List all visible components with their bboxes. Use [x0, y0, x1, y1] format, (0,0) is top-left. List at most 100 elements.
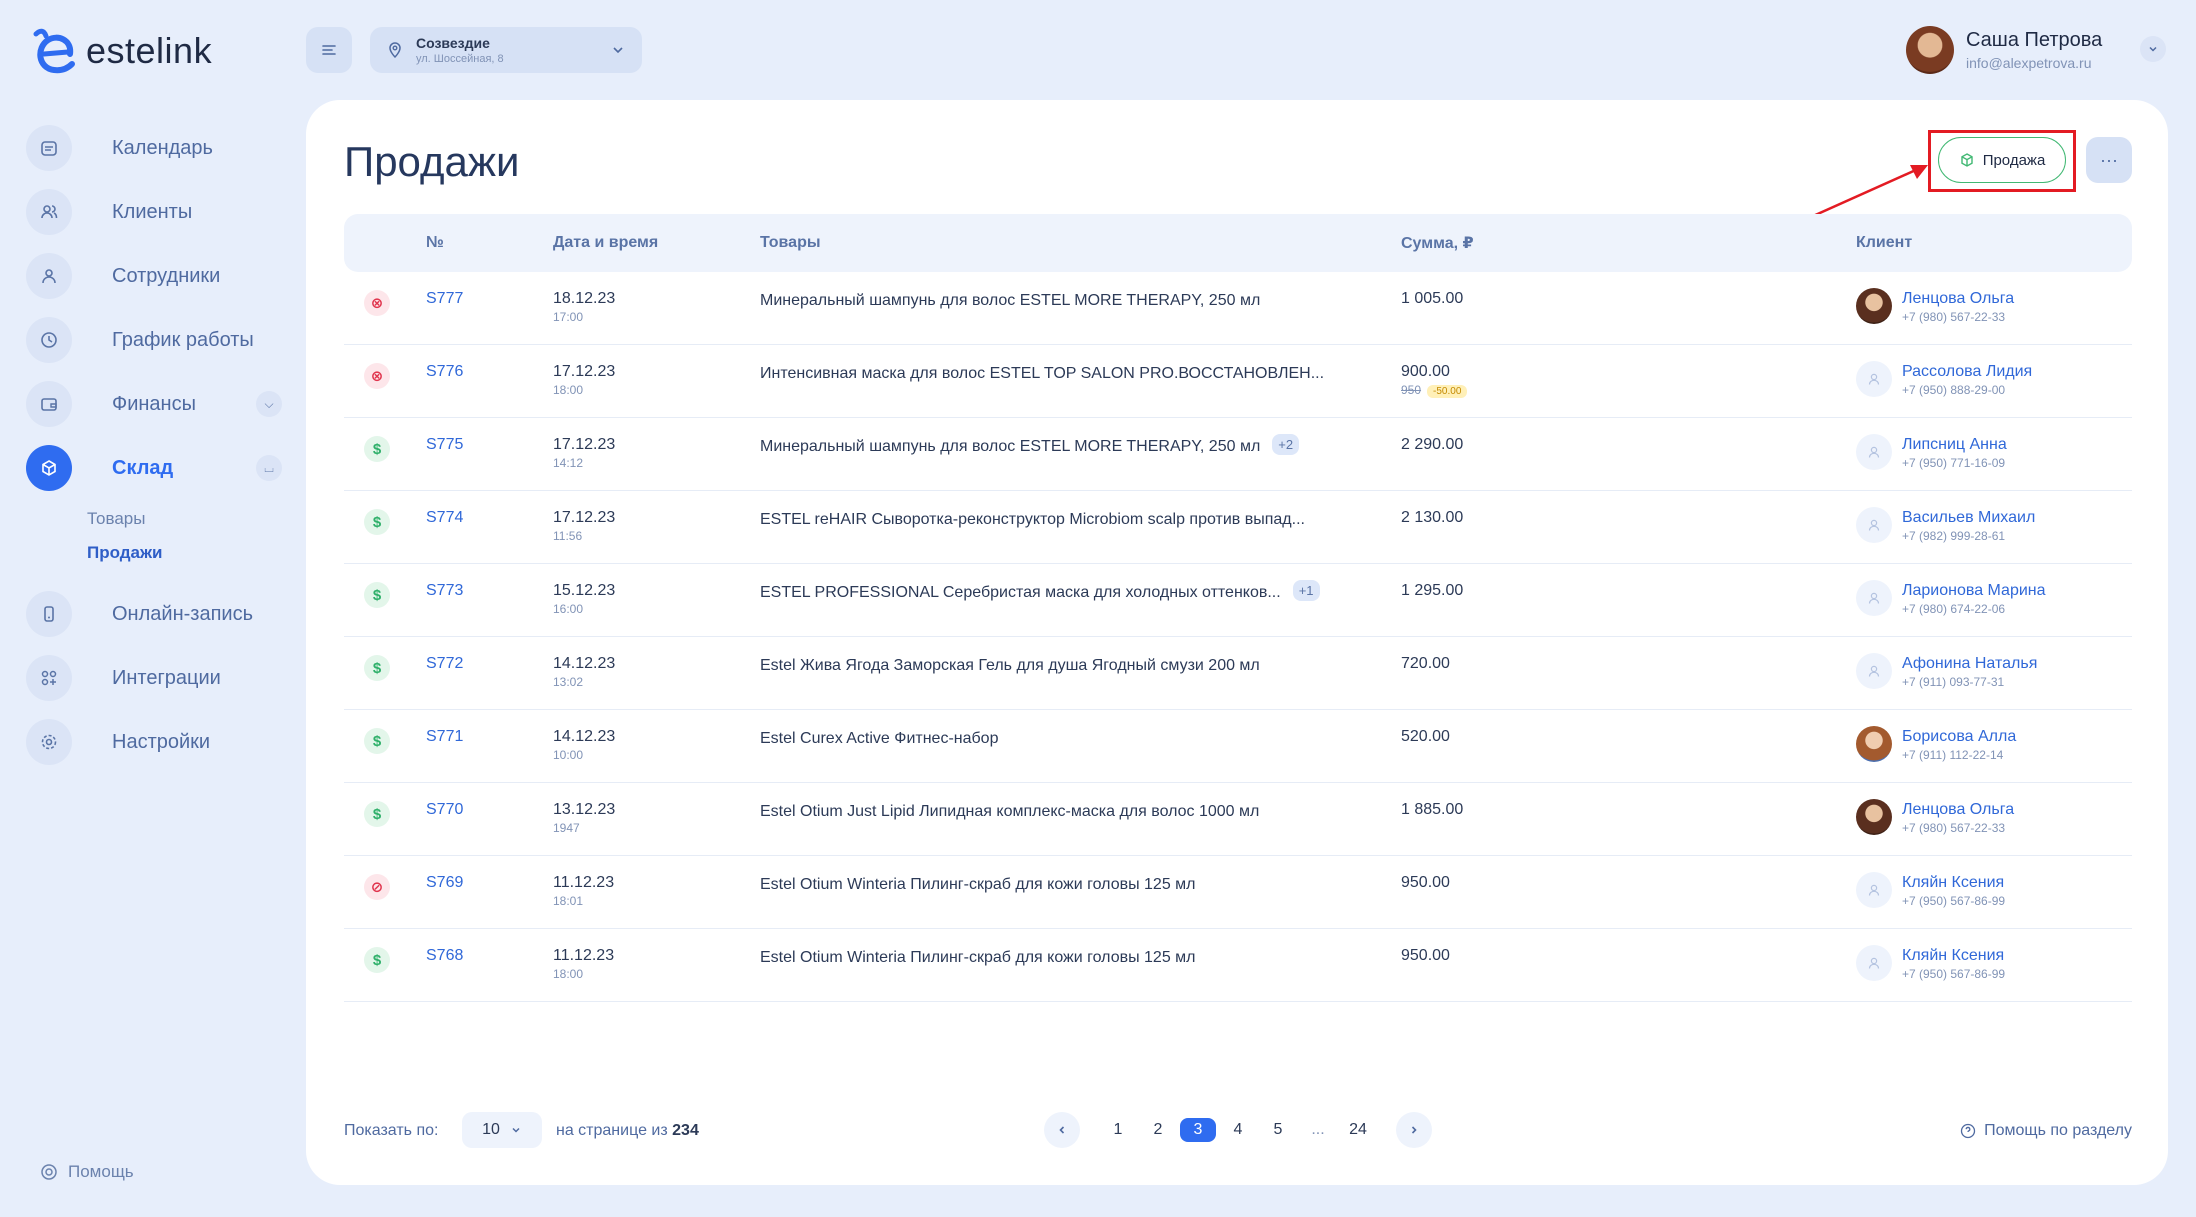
table-row[interactable]: $ S772 14.12.23 13:02 Estel Жива Ягода За… — [344, 637, 2132, 710]
sidebar-item-schedule[interactable]: График работы — [26, 308, 282, 372]
page-button[interactable]: 3 — [1180, 1118, 1216, 1142]
paid-status-icon: $ — [364, 509, 390, 535]
sidebar-item-integrations[interactable]: Интеграции — [26, 646, 282, 710]
client-name[interactable]: Ларионова Марина — [1902, 582, 2046, 600]
client-name[interactable]: Афонина Наталья — [1902, 655, 2037, 673]
table-body: ⊗ S777 18.12.23 17:00 Минеральный шампунь… — [344, 272, 2132, 1002]
discount-badge: -50.00 — [1427, 385, 1468, 398]
column-header-num[interactable]: № — [426, 234, 553, 252]
page-button[interactable]: 24 — [1338, 1121, 1378, 1139]
page-button[interactable]: 2 — [1138, 1121, 1178, 1139]
client-name[interactable]: Рассолова Лидия — [1902, 363, 2032, 381]
sale-number[interactable]: S777 — [426, 290, 463, 307]
table-row[interactable]: ⊘ S769 11.12.23 18:01 Estel Otium Winteri… — [344, 856, 2132, 929]
user-email: info@alexpetrova.ru — [1966, 55, 2092, 71]
main-card: Продажи Продажа ··· № Дата и время Товар… — [306, 100, 2168, 1185]
table-row[interactable]: $ S768 11.12.23 18:00 Estel Otium Winteri… — [344, 929, 2132, 1002]
table-row[interactable]: $ S774 17.12.23 11:56 ESTEL reHAIR Сыворо… — [344, 491, 2132, 564]
goods-name: Estel Жива Ягода Заморская Гель для душа… — [760, 657, 1260, 674]
column-header-date[interactable]: Дата и время — [553, 234, 760, 252]
sidebar-item-employees[interactable]: Сотрудники — [26, 244, 282, 308]
table-row[interactable]: $ S773 15.12.23 16:00 ESTEL PROFESSIONAL … — [344, 564, 2132, 637]
table-row[interactable]: ⊗ S776 17.12.23 18:00 Интенсивная маска д… — [344, 345, 2132, 418]
sidebar-subitem-goods[interactable]: Товары — [87, 502, 282, 536]
sidebar-item-label: Финансы — [112, 392, 196, 415]
page-button[interactable]: 4 — [1218, 1121, 1258, 1139]
sidebar-item-label: Интеграции — [112, 666, 221, 689]
column-header-goods[interactable]: Товары — [760, 234, 1401, 252]
page-button[interactable]: 5 — [1258, 1121, 1298, 1139]
sidebar-item-settings[interactable]: Настройки — [26, 710, 282, 774]
sale-number[interactable]: S773 — [426, 582, 463, 599]
sidebar-subitem-sales[interactable]: Продажи — [87, 536, 282, 570]
goods-name: Estel Otium Winteria Пилинг-скраб для ко… — [760, 876, 1196, 893]
sale-number[interactable]: S768 — [426, 947, 463, 964]
sale-date: 18.12.23 — [553, 290, 616, 307]
column-header-client[interactable]: Клиент — [1856, 234, 2132, 252]
box-icon — [1960, 153, 1973, 167]
chevron-up-icon[interactable]: ⌴ — [256, 455, 282, 481]
help-label: Помощь — [68, 1162, 134, 1181]
avatar — [1856, 726, 1892, 762]
extra-items-badge[interactable]: +1 — [1292, 580, 1320, 601]
sale-sum: 2 130.00 — [1401, 509, 1464, 526]
chevron-down-icon — [613, 47, 623, 54]
paid-status-icon: $ — [364, 728, 390, 754]
logo[interactable]: estelink — [28, 28, 212, 74]
sale-date: 17.12.23 — [553, 436, 616, 453]
page-of-label: на странице из — [556, 1122, 668, 1139]
sidebar-item-calendar[interactable]: Календарь — [26, 116, 282, 180]
sale-date: 11.12.23 — [553, 947, 615, 964]
extra-items-badge[interactable]: +2 — [1272, 434, 1300, 455]
menu-toggle-button[interactable] — [306, 27, 352, 73]
chevron-down-icon[interactable]: ⌵ — [256, 391, 282, 417]
table-row[interactable]: $ S775 17.12.23 14:12 Минеральный шампунь… — [344, 418, 2132, 491]
table-row[interactable]: ⊗ S777 18.12.23 17:00 Минеральный шампунь… — [344, 272, 2132, 345]
client-name[interactable]: Липсниц Анна — [1902, 436, 2007, 454]
client-name[interactable]: Васильев Михаил — [1902, 509, 2035, 527]
client-name[interactable]: Ленцова Ольга — [1902, 290, 2014, 308]
paid-status-icon: $ — [364, 655, 390, 681]
user-menu-chevron-icon[interactable] — [2140, 36, 2166, 62]
help-link[interactable]: Помощь — [40, 1162, 134, 1182]
sale-number[interactable]: S771 — [426, 728, 463, 745]
sale-number[interactable]: S774 — [426, 509, 463, 526]
client-name[interactable]: Ленцова Ольга — [1902, 801, 2014, 819]
goods-name: Estel Otium Just Lipid Липидная комплекс… — [760, 803, 1260, 820]
new-sale-button[interactable]: Продажа — [1938, 137, 2066, 183]
sidebar-item-label: Сотрудники — [112, 264, 221, 287]
sidebar-item-warehouse[interactable]: Склад ⌴ — [26, 436, 282, 500]
sale-number[interactable]: S769 — [426, 874, 463, 891]
sale-time: 17:00 — [553, 310, 584, 324]
sale-number[interactable]: S770 — [426, 801, 463, 818]
more-options-button[interactable]: ··· — [2086, 137, 2132, 183]
page-button[interactable]: 1 — [1098, 1121, 1138, 1139]
section-help-link[interactable]: Помощь по разделу — [1960, 1122, 2132, 1140]
per-page-value: 10 — [482, 1121, 500, 1138]
prev-page-icon[interactable] — [1044, 1112, 1080, 1148]
client-name[interactable]: Борисова Алла — [1902, 728, 2016, 746]
per-page-select[interactable]: 10 — [462, 1112, 542, 1148]
client-name[interactable]: Кляйн Ксения — [1902, 947, 2005, 965]
next-page-icon[interactable] — [1396, 1112, 1432, 1148]
column-header-sum[interactable]: Сумма, ₽ — [1401, 233, 1856, 253]
sidebar-item-online-booking[interactable]: Онлайн-запись — [26, 582, 282, 646]
client-phone: +7 (950) 771-16-09 — [1902, 456, 2006, 470]
sidebar-item-finance[interactable]: Финансы ⌵ — [26, 372, 282, 436]
sale-number[interactable]: S775 — [426, 436, 463, 453]
table-row[interactable]: $ S770 13.12.23 1947 Estel Otium Just Lip… — [344, 783, 2132, 856]
location-name: Созвездие — [416, 35, 490, 51]
client-name[interactable]: Кляйн Ксения — [1902, 874, 2005, 892]
table-row[interactable]: $ S771 14.12.23 10:00 Estel Curex Active … — [344, 710, 2132, 783]
blocked-status-icon: ⊘ — [364, 874, 390, 900]
sale-number[interactable]: S772 — [426, 655, 463, 672]
sale-time: 18:00 — [553, 383, 584, 397]
sidebar-item-clients[interactable]: Клиенты — [26, 180, 282, 244]
user-profile[interactable]: Саша Петрова info@alexpetrova.ru — [1906, 26, 2102, 74]
sale-number[interactable]: S776 — [426, 363, 463, 380]
location-selector[interactable]: Созвездие ул. Шоссейная, 8 — [370, 27, 642, 73]
sidebar-nav: Календарь Клиенты Сотрудники График рабо… — [26, 116, 282, 774]
sidebar-item-label: График работы — [112, 328, 254, 351]
sidebar-item-label: Клиенты — [112, 200, 193, 223]
total-count: 234 — [672, 1122, 699, 1139]
